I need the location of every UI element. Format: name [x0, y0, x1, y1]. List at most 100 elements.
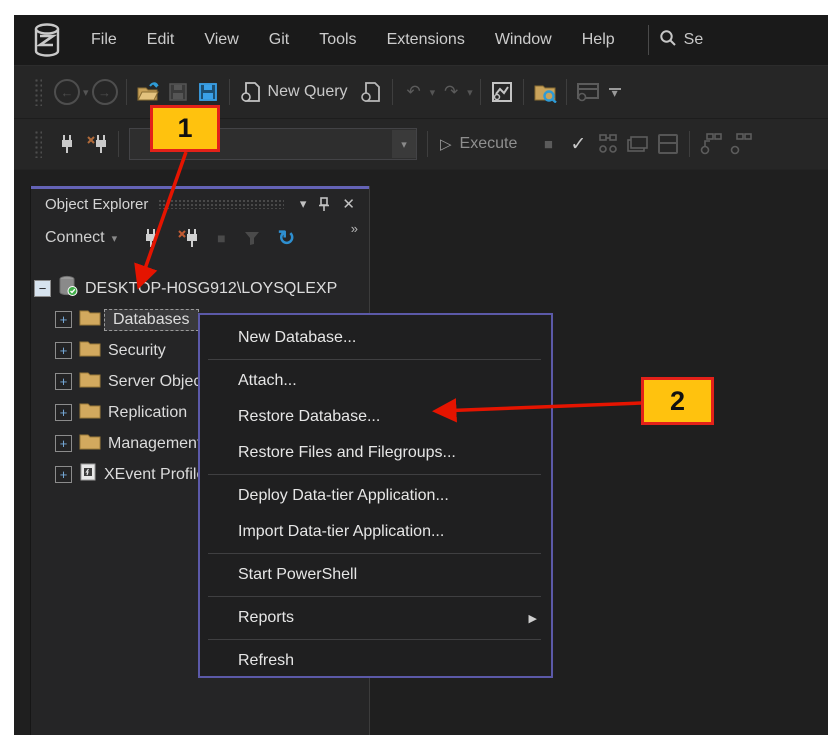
management-node-label[interactable]: Management [108, 435, 201, 453]
toolbar-grip[interactable] [34, 78, 42, 106]
menu-item-import-data-tier[interactable]: Import Data-tier Application... [200, 514, 551, 550]
disconnect-plug-icon [177, 228, 199, 248]
chevron-down-icon: ▾ [612, 90, 618, 97]
undo-button[interactable]: ↶ [401, 78, 427, 106]
folder-icon [79, 308, 101, 331]
execute-button[interactable]: ▷ Execute [434, 135, 517, 153]
panel-menu-caret-icon[interactable]: ▾ [300, 196, 307, 212]
folder-icon [79, 370, 101, 393]
open-file-button[interactable] [135, 78, 161, 106]
menu-view[interactable]: View [189, 25, 253, 55]
query-options-icon [626, 134, 650, 154]
new-query-label[interactable]: New Query [268, 83, 348, 101]
include-actual-plan-button[interactable] [698, 130, 724, 158]
new-query-button[interactable] [238, 78, 264, 106]
menu-item-restore-database[interactable]: Restore Database... [200, 399, 551, 435]
redo-button[interactable]: ↷ [438, 78, 464, 106]
menu-edit[interactable]: Edit [132, 25, 190, 55]
object-explorer-titlebar[interactable]: Object Explorer ▾ ✕ [31, 189, 369, 219]
connect-dropdown-button[interactable]: Connect ▾ [45, 229, 118, 247]
combo-dropdown-button[interactable]: ▾ [392, 130, 416, 158]
object-explorer-details-button[interactable] [532, 78, 558, 106]
intellisense-button[interactable] [655, 130, 681, 158]
menu-separator [208, 474, 541, 475]
toolbar-separator [392, 79, 393, 105]
expand-icon[interactable]: + [55, 466, 72, 483]
parse-query-button[interactable]: ✓ [565, 130, 591, 158]
security-node-label[interactable]: Security [108, 342, 166, 360]
connect-plug-icon [143, 228, 159, 248]
disconnect-button[interactable] [177, 228, 199, 248]
save-button[interactable] [165, 78, 191, 106]
cancel-query-button[interactable]: ■ [535, 130, 561, 158]
toolbar-separator [523, 79, 524, 105]
save-all-floppy-icon [197, 82, 219, 102]
menu-item-new-database[interactable]: New Database... [200, 320, 551, 356]
estimated-plan-button[interactable] [595, 130, 621, 158]
menu-tools[interactable]: Tools [304, 25, 371, 55]
panel-overflow-chevrons-icon[interactable]: » [351, 221, 359, 236]
search-label: Se [684, 31, 704, 49]
query-options-button[interactable] [625, 130, 651, 158]
menu-item-refresh[interactable]: Refresh [200, 643, 551, 679]
execution-plan-icon [597, 133, 619, 155]
menu-git[interactable]: Git [254, 25, 304, 55]
menu-file[interactable]: File [76, 25, 132, 55]
close-icon[interactable]: ✕ [342, 195, 355, 213]
disconnect-plug-icon [85, 133, 109, 155]
pin-icon[interactable] [318, 197, 330, 212]
navigate-forward-button[interactable]: → [92, 78, 118, 106]
expand-icon[interactable]: + [55, 435, 72, 452]
panel-drag-texture[interactable] [158, 199, 284, 209]
toolbar-grip[interactable] [34, 130, 42, 158]
change-connection-button[interactable] [84, 130, 110, 158]
menu-help[interactable]: Help [567, 25, 630, 55]
back-history-caret-icon[interactable]: ▾ [83, 86, 89, 99]
menu-item-reports[interactable]: Reports ▶ [200, 600, 551, 636]
new-query-icon [241, 81, 261, 103]
menu-item-attach[interactable]: Attach... [200, 363, 551, 399]
live-stats-icon [729, 132, 753, 156]
redo-history-caret-icon[interactable]: ▾ [467, 86, 473, 99]
live-query-stats-button[interactable] [728, 130, 754, 158]
collapse-icon[interactable]: − [34, 280, 51, 297]
server-node-label[interactable]: DESKTOP-H0SG912\LOYSQLEXP [85, 280, 337, 298]
menu-item-restore-files[interactable]: Restore Files and Filegroups... [200, 435, 551, 471]
open-query-file-button[interactable] [358, 78, 384, 106]
expand-icon[interactable]: + [55, 404, 72, 421]
actual-plan-icon [699, 132, 723, 156]
execute-label: Execute [460, 135, 518, 153]
menu-item-deploy-data-tier[interactable]: Deploy Data-tier Application... [200, 478, 551, 514]
menu-extensions[interactable]: Extensions [372, 25, 480, 55]
menu-window[interactable]: Window [480, 25, 567, 55]
redo-icon: ↷ [444, 82, 458, 102]
activity-monitor-button[interactable] [489, 78, 515, 106]
connect-button[interactable] [54, 130, 80, 158]
stop-icon[interactable]: ■ [217, 230, 225, 246]
navigate-back-button[interactable]: ← [54, 78, 80, 106]
activity-monitor-icon [491, 81, 513, 103]
new-window-button[interactable] [575, 78, 601, 106]
toolbar-overflow-button[interactable]: ▾ [609, 88, 621, 97]
xevent-profiles-node-label[interactable]: XEvent Profiles [104, 466, 213, 484]
databases-node-label[interactable]: Databases [104, 309, 199, 331]
save-all-button[interactable] [195, 78, 221, 106]
toolbar-separator [480, 79, 481, 105]
filter-button[interactable] [244, 231, 260, 246]
connect-object-explorer-button[interactable] [143, 228, 159, 248]
ssms-window: File Edit View Git Tools Extensions Wind… [14, 15, 828, 735]
sql-editor-toolbar: ▾ ▷ Execute ■ ✓ [14, 119, 828, 169]
search-control[interactable]: Se [659, 29, 704, 52]
replication-node-label[interactable]: Replication [108, 404, 187, 422]
expand-icon[interactable]: + [55, 342, 72, 359]
tree-row-server[interactable]: − DESKTOP-H0SG912\LOYSQLEXP [31, 273, 369, 304]
refresh-icon[interactable]: ↻ [278, 226, 296, 251]
menu-item-start-powershell[interactable]: Start PowerShell [200, 557, 551, 593]
execute-play-icon: ▷ [440, 135, 452, 153]
menu-separator [208, 553, 541, 554]
expand-icon[interactable]: + [55, 311, 72, 328]
forward-arrow-icon: → [92, 79, 118, 105]
expand-icon[interactable]: + [55, 373, 72, 390]
callout-step-2: 2 [641, 377, 714, 425]
undo-history-caret-icon[interactable]: ▾ [430, 86, 436, 99]
